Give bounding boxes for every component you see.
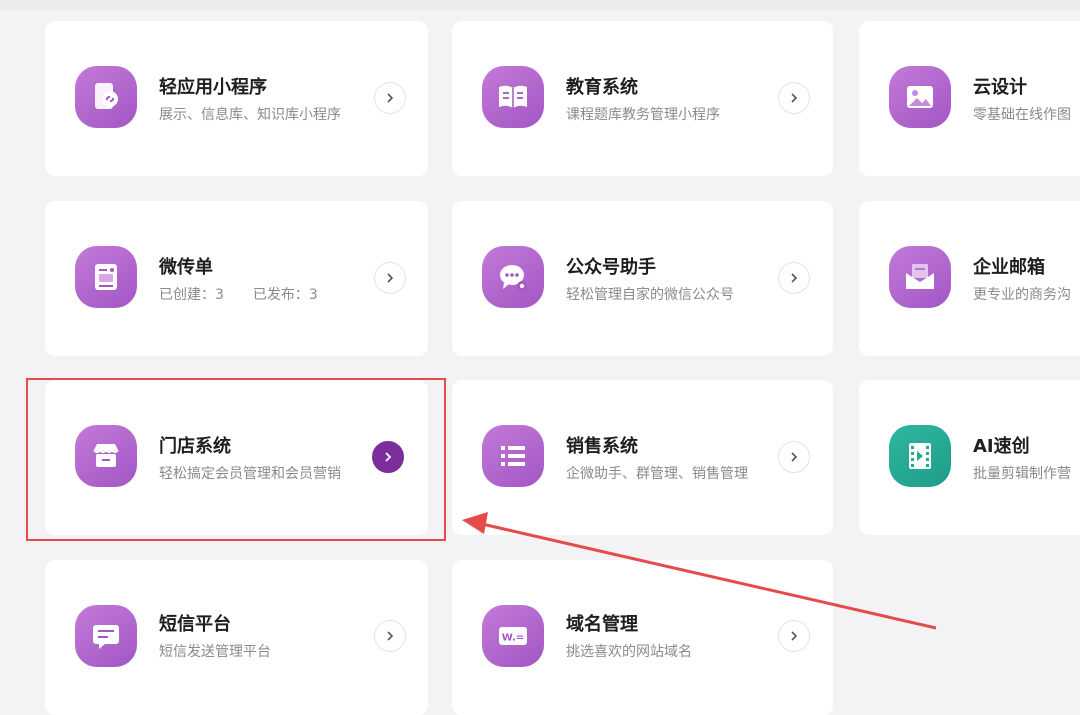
- card-official-account[interactable]: 公众号助手 轻松管理自家的微信公众号: [452, 201, 833, 356]
- open-button[interactable]: [778, 82, 810, 114]
- open-button[interactable]: [372, 441, 404, 473]
- list-icon: [482, 425, 544, 487]
- mail-icon: [889, 246, 951, 308]
- card-subtitle: 短信发送管理平台: [159, 644, 271, 660]
- top-strip: [0, 0, 1080, 10]
- open-button[interactable]: [374, 262, 406, 294]
- published-count: 3: [308, 287, 318, 303]
- chevron-right-icon: [387, 93, 394, 103]
- card-education[interactable]: 教育系统 课程题库教务管理小程序: [452, 21, 833, 176]
- open-button[interactable]: [778, 620, 810, 652]
- image-icon: [889, 66, 951, 128]
- card-sales-system[interactable]: 销售系统 企微助手、群管理、销售管理: [452, 380, 833, 535]
- message-icon: [75, 605, 137, 667]
- video-icon: [889, 425, 951, 487]
- svg-text:W.=: W.=: [502, 633, 524, 644]
- wechat-icon: [482, 246, 544, 308]
- open-button[interactable]: [778, 262, 810, 294]
- card-title: 门店系统: [159, 436, 231, 457]
- published-label: 已发布：: [252, 287, 309, 303]
- card-subtitle: 轻松管理自家的微信公众号: [566, 287, 734, 303]
- card-enterprise-mail[interactable]: 企业邮箱 更专业的商务沟: [859, 201, 1080, 356]
- open-button[interactable]: [778, 441, 810, 473]
- created-count: 3: [215, 287, 224, 303]
- card-stats: 已创建：3 已发布：3: [159, 284, 318, 304]
- card-title: 企业邮箱: [973, 257, 1045, 278]
- card-sms-platform[interactable]: 短信平台 短信发送管理平台: [45, 560, 428, 715]
- chevron-right-icon: [791, 452, 798, 462]
- card-title: 域名管理: [566, 614, 638, 635]
- card-light-app[interactable]: 轻应用小程序 展示、信息库、知识库小程序: [45, 21, 428, 176]
- chevron-right-icon: [791, 93, 798, 103]
- domain-icon: W.=: [482, 605, 544, 667]
- card-title: 微传单: [159, 257, 213, 278]
- card-subtitle: 零基础在线作图: [973, 107, 1071, 123]
- card-subtitle: 展示、信息库、知识库小程序: [159, 107, 341, 123]
- card-micro-flyer[interactable]: 微传单 已创建：3 已发布：3: [45, 201, 428, 356]
- open-button[interactable]: [374, 620, 406, 652]
- miniprogram-icon: [75, 66, 137, 128]
- card-title: 公众号助手: [566, 257, 656, 278]
- created-label: 已创建：: [159, 287, 215, 303]
- chevron-right-icon: [387, 273, 394, 283]
- card-subtitle: 更专业的商务沟: [973, 287, 1071, 303]
- card-title: 教育系统: [566, 77, 638, 98]
- open-button[interactable]: [374, 82, 406, 114]
- card-title: AI速创: [973, 436, 1030, 457]
- card-store-system[interactable]: 门店系统 轻松搞定会员管理和会员营销: [45, 380, 428, 535]
- card-domain-manage[interactable]: W.= 域名管理 挑选喜欢的网站域名: [452, 560, 833, 715]
- card-subtitle: 挑选喜欢的网站域名: [566, 644, 692, 660]
- book-icon: [482, 66, 544, 128]
- store-icon: [75, 425, 137, 487]
- flyer-icon: [75, 246, 137, 308]
- card-cloud-design[interactable]: 云设计 零基础在线作图: [859, 21, 1080, 176]
- card-title: 轻应用小程序: [159, 77, 267, 98]
- chevron-right-icon: [385, 452, 392, 462]
- card-title: 短信平台: [159, 614, 231, 635]
- chevron-right-icon: [387, 631, 394, 641]
- card-title: 云设计: [973, 77, 1027, 98]
- card-title: 销售系统: [566, 436, 638, 457]
- card-subtitle: 轻松搞定会员管理和会员营销: [159, 466, 341, 482]
- card-ai-video[interactable]: AI速创 批量剪辑制作营: [859, 380, 1080, 535]
- chevron-right-icon: [791, 273, 798, 283]
- card-subtitle: 批量剪辑制作营: [973, 466, 1071, 482]
- chevron-right-icon: [791, 631, 798, 641]
- card-subtitle: 企微助手、群管理、销售管理: [566, 466, 748, 482]
- card-subtitle: 课程题库教务管理小程序: [566, 107, 720, 123]
